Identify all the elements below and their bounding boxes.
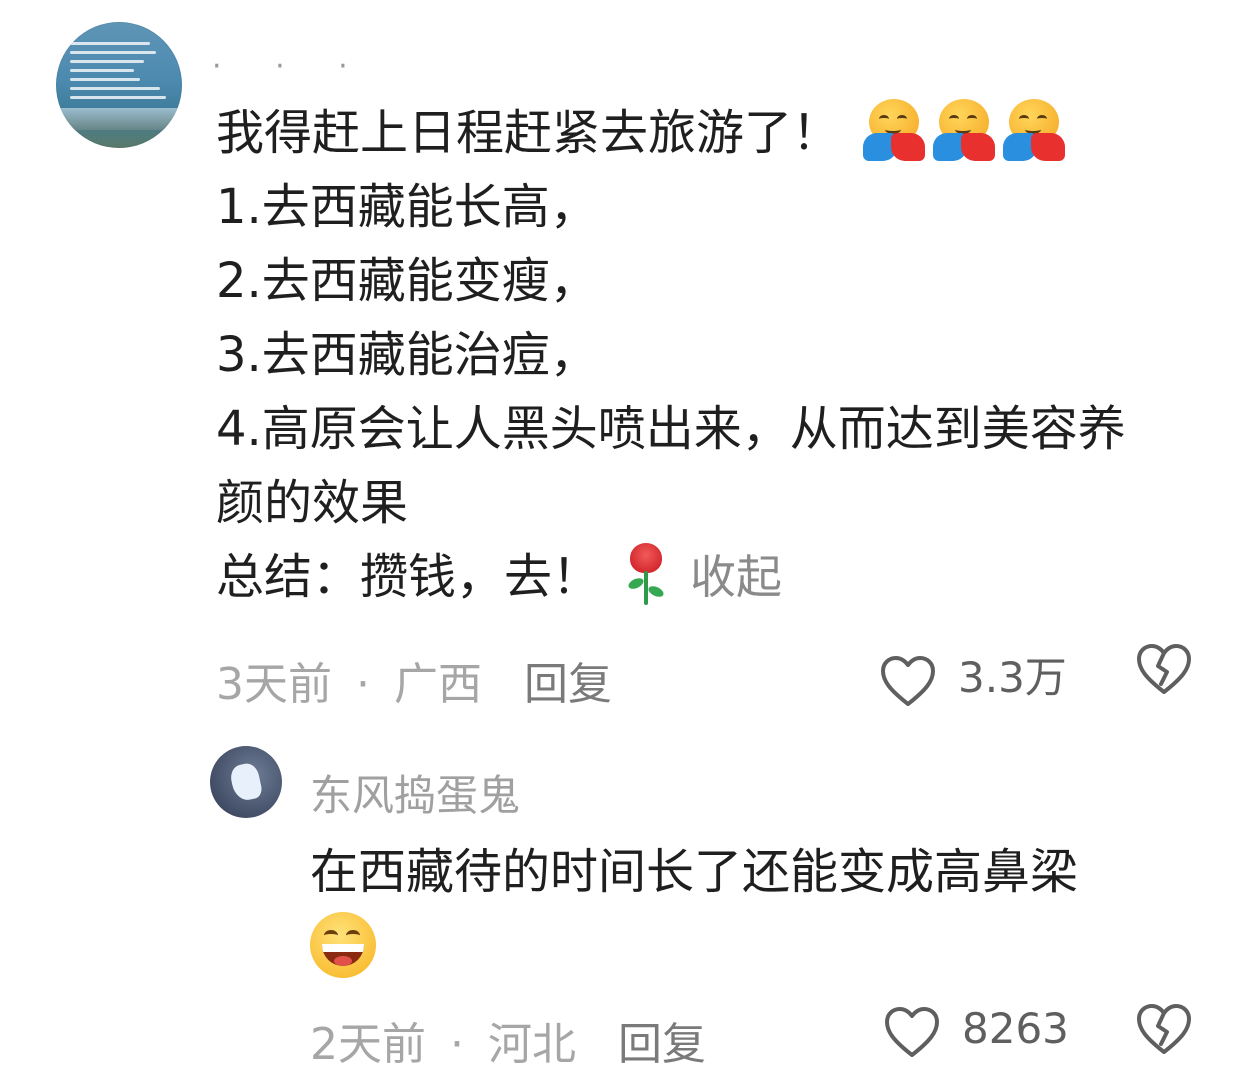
comment-body: 我得赶上日程赶紧去旅游了！ 1.去西藏能长高， 2.去西藏能变瘦， 3.去西藏能…	[216, 96, 1216, 614]
comment-line-text: 总结：攒钱，去！	[216, 549, 601, 605]
timestamp: 3天前	[216, 659, 332, 710]
like-button[interactable]: 3.3万	[880, 644, 1067, 706]
comment-line: 4.高原会让人黑头喷出来，从而达到美容养	[216, 401, 1126, 457]
hugging-face-icon	[863, 99, 926, 161]
separator: ·	[356, 659, 370, 710]
hugging-face-icon	[933, 99, 996, 161]
comment-meta: 2天前 · 河北 回复 8263	[310, 1004, 1206, 1070]
comment-line: 我得赶上日程赶紧去旅游了！	[216, 96, 1216, 170]
dislike-button[interactable]	[1136, 1004, 1192, 1067]
grinning-face-icon	[310, 912, 376, 978]
comment-reply: 东风捣蛋鬼 在西藏待的时间长了还能变成高鼻梁 2天前 · 河北 回复 8263	[0, 720, 1260, 1070]
heart-icon	[881, 656, 935, 706]
hugging-face-icon	[1003, 99, 1066, 161]
comment-line: 3.去西藏能治痘，	[216, 327, 598, 383]
like-count: 8263	[962, 1004, 1069, 1053]
timestamp: 2天前	[310, 1019, 426, 1070]
time-location: 2天前 · 河北	[310, 1008, 576, 1072]
user-avatar[interactable]	[210, 746, 282, 818]
comment-line: 2.去西藏能变瘦，	[216, 253, 598, 309]
comment-body: 在西藏待的时间长了还能变成高鼻梁	[310, 838, 1210, 982]
comment-main: · · · 我得赶上日程赶紧去旅游了！ 1.去西藏能长高， 2.去西藏能变瘦， …	[0, 0, 1260, 720]
dislike-button[interactable]	[1136, 644, 1192, 707]
collapse-link[interactable]: 收起	[690, 550, 782, 604]
separator: ·	[450, 1019, 464, 1070]
like-count: 3.3万	[958, 653, 1067, 702]
username[interactable]: 东风捣蛋鬼	[310, 762, 520, 823]
comment-meta: 3天前 · 广西 回复 3.3万	[216, 644, 1206, 710]
username[interactable]: · · ·	[212, 52, 370, 82]
reply-button[interactable]: 回复	[524, 648, 612, 712]
broken-heart-icon	[1137, 644, 1191, 694]
comment-line: 总结：攒钱，去！ 收起	[216, 540, 1216, 614]
comment-line: 1.去西藏能长高，	[216, 179, 598, 235]
ip-location: 河北	[488, 1019, 576, 1070]
comment-line-text: 我得赶上日程赶紧去旅游了！	[216, 105, 841, 161]
user-avatar[interactable]	[56, 22, 182, 148]
rose-icon	[622, 543, 672, 607]
comment-line: 颜的效果	[216, 475, 409, 531]
broken-heart-icon	[1137, 1004, 1191, 1054]
ip-location: 广西	[394, 659, 482, 710]
time-location: 3天前 · 广西	[216, 648, 482, 712]
reply-button[interactable]: 回复	[618, 1008, 706, 1072]
like-button[interactable]: 8263	[884, 1004, 1069, 1064]
comment-line: 在西藏待的时间长了还能变成高鼻梁	[310, 844, 1079, 900]
heart-icon	[885, 1007, 939, 1057]
